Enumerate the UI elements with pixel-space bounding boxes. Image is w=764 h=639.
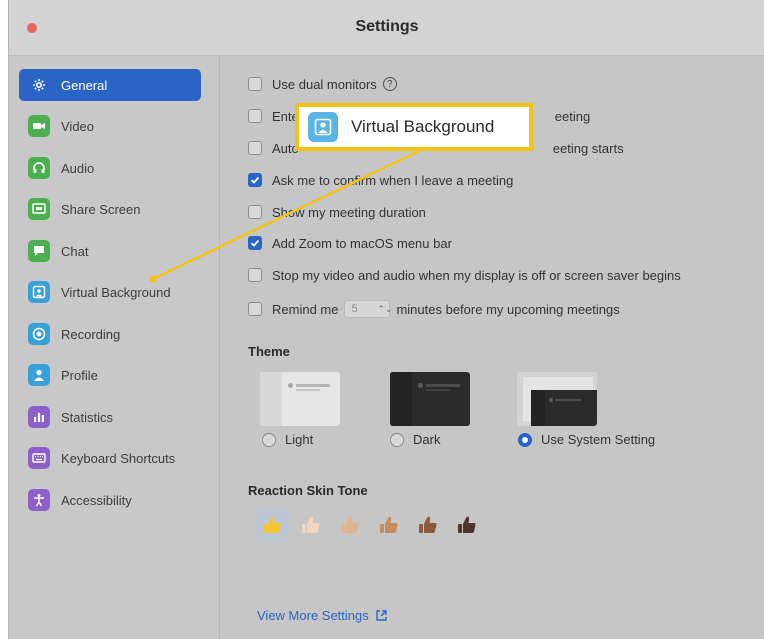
callout-pointer-line [149, 149, 420, 283]
virtual-background-icon [308, 112, 338, 142]
virtual-background-callout: Virtual Background [295, 103, 533, 151]
callout-label: Virtual Background [351, 117, 495, 136]
